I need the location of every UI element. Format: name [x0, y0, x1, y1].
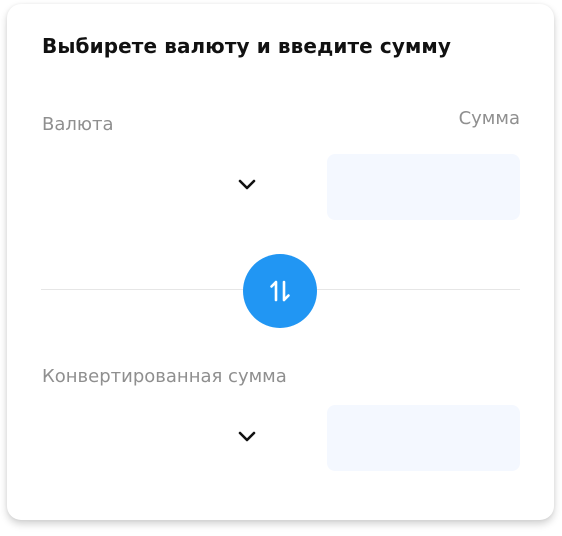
currency-label: Валюта — [42, 114, 114, 135]
chevron-down-icon — [238, 179, 256, 190]
amount-label: Сумма — [458, 108, 520, 129]
swap-arrows-icon — [270, 280, 290, 302]
from-currency-select[interactable] — [42, 154, 272, 218]
swap-currencies-button[interactable] — [243, 254, 317, 328]
to-currency-select[interactable] — [42, 406, 272, 470]
card-title: Выбирете валюту и введите сумму — [42, 34, 452, 58]
converter-card: Выбирете валюту и введите сумму Валюта С… — [7, 4, 554, 520]
converted-amount-output[interactable] — [327, 405, 520, 471]
amount-input[interactable] — [327, 154, 520, 220]
converted-amount-label: Конвертированная сумма — [42, 366, 287, 387]
chevron-down-icon — [238, 431, 256, 442]
